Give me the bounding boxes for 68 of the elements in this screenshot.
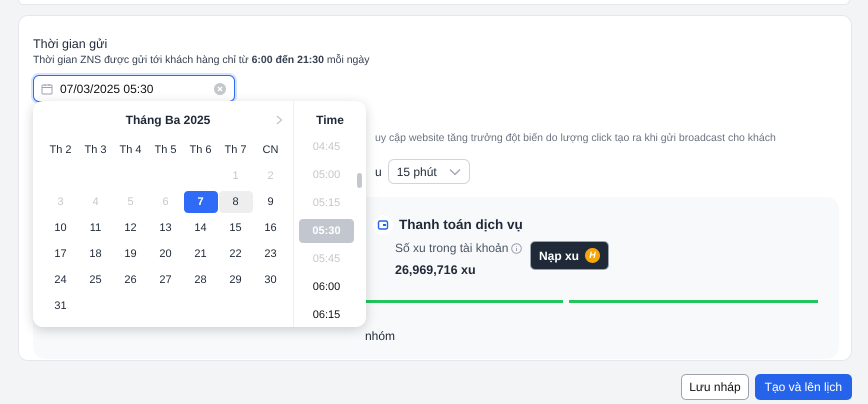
time-option: 05:30 <box>299 219 354 243</box>
day-cell[interactable]: 14 <box>184 217 218 239</box>
day-cell-text: 1 <box>231 169 240 184</box>
calendar-icon <box>41 82 53 94</box>
day-cell[interactable]: 22 <box>218 243 252 265</box>
time-option[interactable]: 06:15 <box>299 303 354 327</box>
wallet-icon <box>373 215 393 236</box>
day-cell[interactable]: 12 <box>114 217 148 239</box>
label-text: u <box>375 164 382 180</box>
create-schedule-button[interactable]: Tạo và lên lịch <box>754 374 852 400</box>
day-cell[interactable]: 28 <box>184 269 218 291</box>
day-cell-text: 4 <box>91 195 100 210</box>
weekday-label: CN <box>262 143 280 158</box>
day-cell-text: 3 <box>56 195 65 210</box>
time-option[interactable]: 06:00 <box>299 275 354 299</box>
time-option: 05:15 <box>299 191 354 215</box>
day-cell[interactable]: 16 <box>254 217 288 239</box>
weekday-label: Th 2 <box>48 143 72 158</box>
day-cell[interactable]: 30 <box>254 269 288 291</box>
weekday-label: Th 6 <box>188 143 212 158</box>
next-month-icon[interactable] <box>276 115 283 125</box>
time-option: 05:45 <box>299 247 354 271</box>
day-cell[interactable]: 20 <box>148 243 182 265</box>
description-text: uy cập website tăng trưởng đột biến do lượng click tạo ra khi gửi broadcast cho khách <box>375 131 777 145</box>
day-cell[interactable]: 23 <box>254 243 288 265</box>
day-cell[interactable]: 25 <box>78 269 112 291</box>
day-cell[interactable]: 27 <box>148 269 182 291</box>
group-text: nhóm <box>365 328 396 345</box>
coin-icon: H <box>585 248 600 264</box>
day-cell[interactable]: 21 <box>184 243 218 265</box>
day-cell[interactable]: 13 <box>148 217 182 239</box>
time-header: Time <box>315 112 345 129</box>
day-cell[interactable]: 11 <box>78 217 112 239</box>
weekday-label: Th 5 <box>153 143 178 158</box>
clear-icon[interactable] <box>214 82 226 94</box>
day-cell[interactable]: 8 <box>218 191 252 213</box>
day-cell[interactable]: 26 <box>114 269 148 291</box>
section-title: Thời gian gửi <box>33 36 108 52</box>
weekday-label: Th 3 <box>83 143 108 158</box>
day-cell[interactable]: 7 <box>184 191 218 213</box>
weekday-label: Th 7 <box>223 143 248 158</box>
chevron-down-icon <box>448 168 461 176</box>
hint-text: Thời gian ZNS được gửi tới khách hàng chỉ từ 6:00 đến 21:30 mỗi ngày <box>33 52 370 68</box>
balance-label: Số xu trong tài khoản <box>395 240 508 258</box>
month-title: Tháng Ba 2025 <box>126 112 210 129</box>
weekday-label: Th 4 <box>118 143 142 158</box>
day-cell[interactable]: 10 <box>44 217 78 239</box>
day-cell[interactable]: 17 <box>44 243 78 265</box>
day-cell[interactable]: 18 <box>78 243 112 265</box>
info-icon <box>511 242 522 254</box>
time-option: 05:00 <box>299 163 354 187</box>
datetime-field[interactable]: 07/03/2025 05:30 <box>33 75 235 102</box>
balance-value: 26,969,716 xu <box>395 262 477 280</box>
save-draft-button[interactable]: Lưu nháp <box>681 374 749 400</box>
day-cell[interactable]: 29 <box>218 269 252 291</box>
day-cell[interactable]: 31 <box>44 295 78 317</box>
top-up-button[interactable]: Nạp xu H <box>530 241 610 270</box>
day-cell-text: 6 <box>161 195 170 210</box>
day-cell-text: 2 <box>266 169 275 184</box>
day-cell[interactable]: 15 <box>218 217 252 239</box>
day-cell[interactable]: 24 <box>44 269 78 291</box>
day-cell[interactable]: 9 <box>254 191 288 213</box>
day-cell[interactable]: 19 <box>114 243 148 265</box>
day-cell-text: 5 <box>126 195 135 210</box>
payment-title: Thanh toán dịch vụ <box>399 216 523 234</box>
scrollbar-thumb[interactable] <box>357 173 362 188</box>
time-option: 04:45 <box>299 135 354 159</box>
interval-select[interactable]: 15 phút <box>388 159 470 184</box>
